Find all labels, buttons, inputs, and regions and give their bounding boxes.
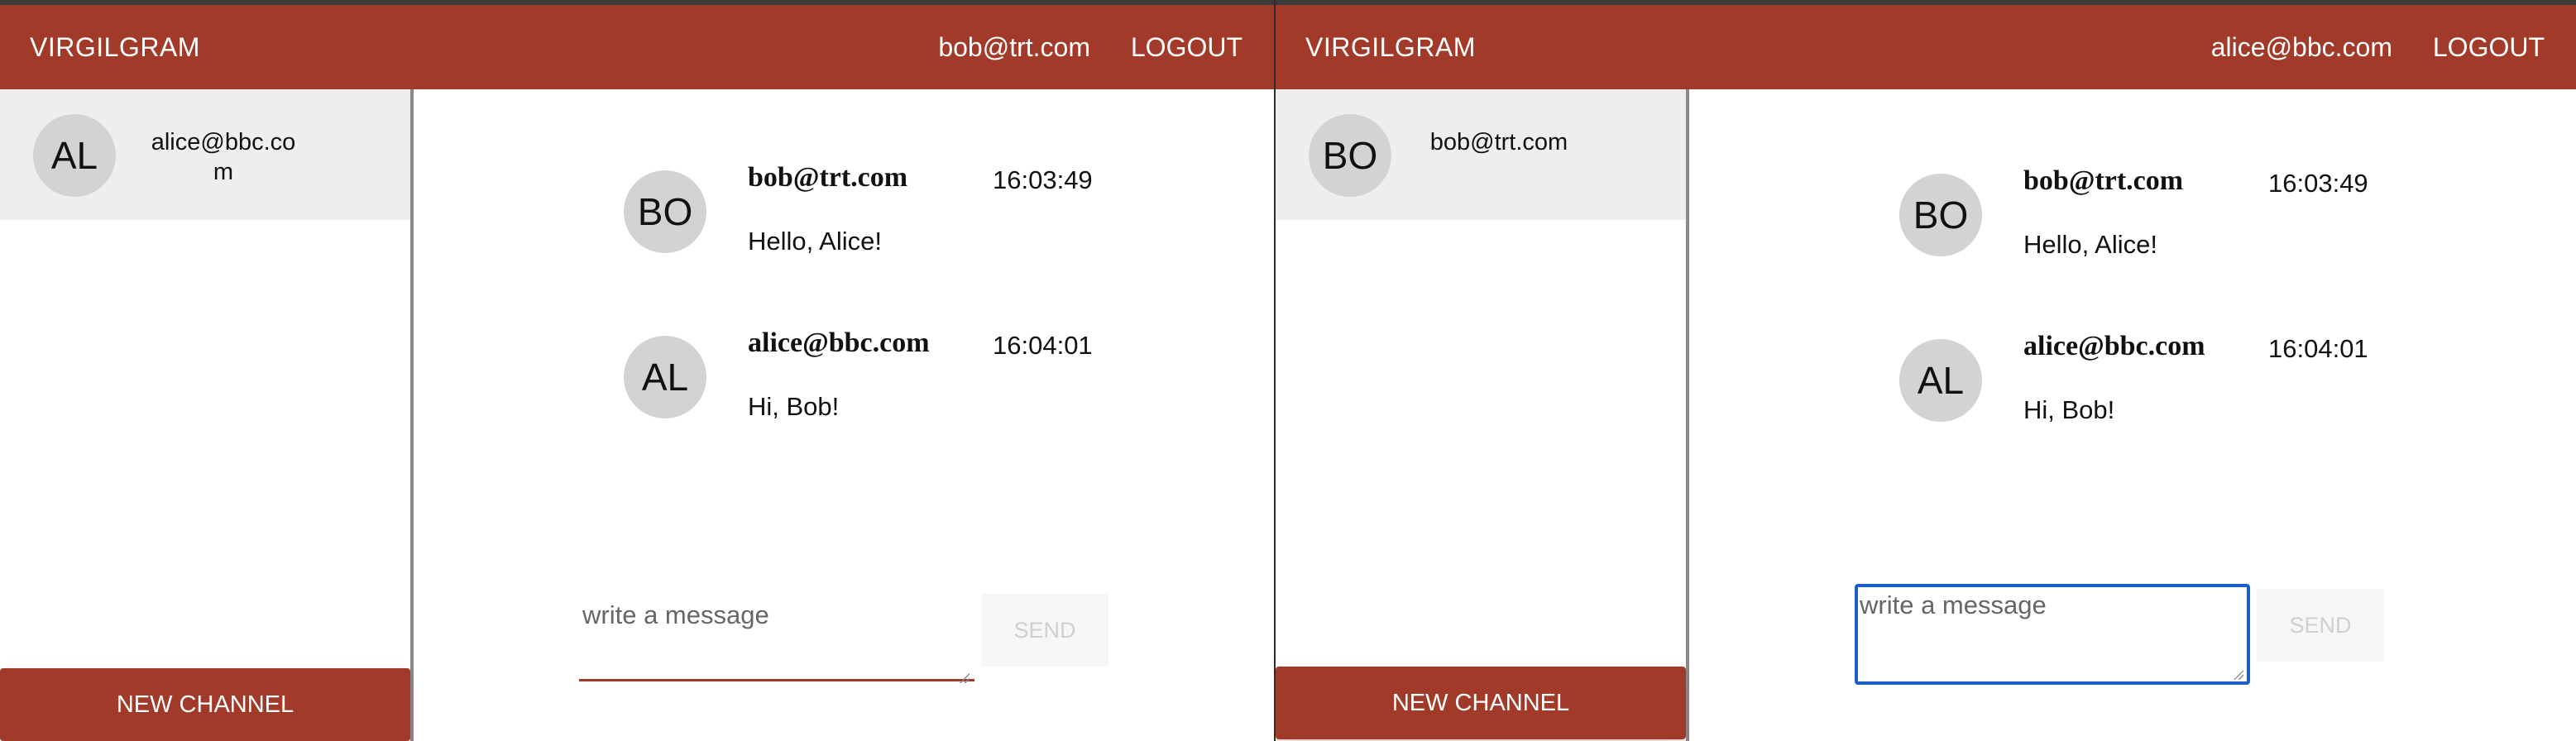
avatar: AL bbox=[1899, 339, 1982, 422]
message-item: BO bob@trt.com 16:03:49 Hello, Alice! bbox=[1899, 165, 2462, 259]
message-time: 16:03:49 bbox=[993, 165, 1093, 194]
channel-sidebar: BO bob@trt.com NEW CHANNEL bbox=[1276, 89, 1689, 741]
app-window-bob: VIRGILGRAM bob@trt.com LOGOUT AL alice@b… bbox=[0, 0, 1274, 741]
app-header: VIRGILGRAM alice@bbc.com LOGOUT bbox=[1276, 5, 2576, 89]
chat-area: BO bob@trt.com 16:03:49 Hello, Alice! AL… bbox=[414, 89, 1274, 741]
avatar: AL bbox=[33, 114, 116, 197]
message-text: Hi, Bob! bbox=[748, 392, 840, 421]
current-user-email: alice@bbc.com bbox=[2210, 32, 2392, 62]
message-item: AL alice@bbc.com 16:04:01 Hi, Bob! bbox=[624, 327, 1186, 421]
message-time: 16:03:49 bbox=[2268, 169, 2368, 198]
chat-area: BO bob@trt.com 16:03:49 Hello, Alice! AL… bbox=[1689, 89, 2576, 741]
avatar: BO bbox=[1899, 174, 1982, 256]
send-button[interactable]: SEND bbox=[2257, 589, 2384, 662]
new-channel-button[interactable]: NEW CHANNEL bbox=[0, 668, 410, 741]
message-author: alice@bbc.com bbox=[748, 327, 930, 358]
message-text: Hi, Bob! bbox=[2023, 395, 2115, 424]
logout-button[interactable]: LOGOUT bbox=[2433, 32, 2545, 62]
header-user-area: alice@bbc.com LOGOUT bbox=[2211, 5, 2545, 89]
message-input[interactable] bbox=[579, 589, 974, 681]
resize-grip-icon[interactable] bbox=[960, 673, 970, 683]
channel-name: bob@trt.com bbox=[1429, 129, 1568, 155]
message-input[interactable] bbox=[1855, 584, 2250, 685]
channel-item-alice[interactable]: AL alice@bbc.com bbox=[0, 89, 410, 220]
message-item: BO bob@trt.com 16:03:49 Hello, Alice! bbox=[624, 162, 1186, 256]
logout-button[interactable]: LOGOUT bbox=[1131, 32, 1243, 62]
message-author: bob@trt.com bbox=[2023, 165, 2184, 196]
message-text: Hello, Alice! bbox=[2023, 230, 2157, 259]
message-composer: SEND bbox=[1855, 584, 2392, 685]
message-author: bob@trt.com bbox=[748, 162, 908, 193]
message-text: Hello, Alice! bbox=[748, 227, 882, 256]
avatar: BO bbox=[1309, 114, 1391, 197]
channel-sidebar: AL alice@bbc.com NEW CHANNEL bbox=[0, 89, 414, 741]
app-header: VIRGILGRAM bob@trt.com LOGOUT bbox=[0, 5, 1274, 89]
channel-item-bob[interactable]: BO bob@trt.com bbox=[1276, 89, 1686, 220]
resize-grip-icon[interactable] bbox=[2234, 670, 2243, 680]
message-item: AL alice@bbc.com 16:04:01 Hi, Bob! bbox=[1899, 331, 2462, 424]
app-window-alice: VIRGILGRAM alice@bbc.com LOGOUT BO bob@t… bbox=[1276, 0, 2576, 741]
avatar: AL bbox=[624, 336, 706, 418]
brand-title: VIRGILGRAM bbox=[30, 32, 200, 62]
message-composer: SEND bbox=[579, 589, 1117, 688]
message-time: 16:04:01 bbox=[993, 331, 1093, 360]
message-author: alice@bbc.com bbox=[2023, 331, 2205, 361]
current-user-email: bob@trt.com bbox=[938, 32, 1090, 62]
send-button[interactable]: SEND bbox=[981, 594, 1108, 667]
message-time: 16:04:01 bbox=[2268, 334, 2368, 363]
new-channel-button[interactable]: NEW CHANNEL bbox=[1276, 667, 1686, 739]
avatar: BO bbox=[624, 170, 706, 253]
channel-name: alice@bbc.com bbox=[151, 129, 296, 185]
header-user-area: bob@trt.com LOGOUT bbox=[938, 5, 1243, 89]
brand-title: VIRGILGRAM bbox=[1305, 32, 1476, 62]
